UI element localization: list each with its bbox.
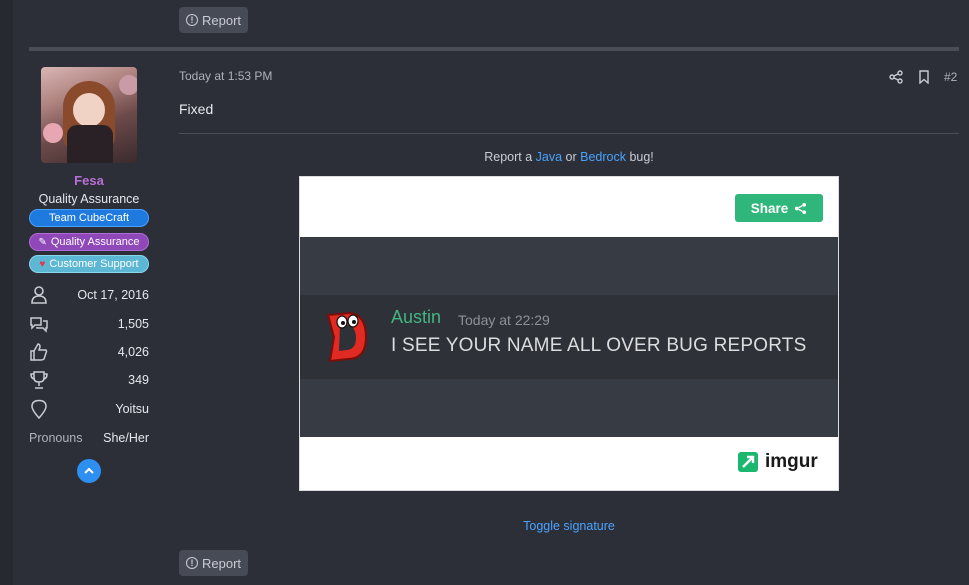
imgur-wordmark: imgur [765,451,818,472]
bedrock-link[interactable]: Bedrock [580,150,626,164]
embed-share-button[interactable]: Share [735,194,823,222]
post-number[interactable]: #2 [944,70,957,84]
pronouns-value: She/Her [103,431,149,445]
pencil-icon: ✎ [38,236,47,248]
left-edge [0,0,13,585]
location-icon [31,399,47,419]
message-timestamp: Today at 22:29 [458,312,550,328]
signature-separator [179,133,959,134]
signature-text: Report a Java or Bedrock bug! [179,150,959,164]
banner-team-cubecraft: Team CubeCraft [29,209,149,227]
scroll-up-button[interactable] [77,459,101,483]
user-title: Quality Assurance [38,192,140,206]
avatar[interactable] [41,67,137,163]
post-body: Fixed [179,101,214,117]
heart-icon: ♥ [39,258,46,270]
message-author: Austin [391,307,442,327]
imgur-icon [738,452,758,472]
report-button-bottom[interactable]: ! Report [179,550,249,576]
report-label: Report [202,555,242,571]
banner-label: Team CubeCraft [48,212,130,224]
post-timestamp[interactable]: Today at 1:53 PM [179,69,272,83]
banner-customer-support: ♥ Customer Support [29,255,149,273]
banner-label: Quality Assurance [50,236,140,248]
banner-quality-assurance: ✎ Quality Assurance [29,233,149,251]
report-button-top[interactable]: ! Report [179,7,249,33]
avatar-face [73,93,105,127]
share-icon [795,202,807,214]
stat-value: 1,505 [117,317,149,331]
discord-d-avatar-icon [326,311,368,363]
thumbs-up-icon [30,343,48,361]
stat-trophies: 349 [29,369,149,391]
trophy-icon [30,371,48,389]
alert-icon: ! [186,14,198,26]
signature-suffix: bug! [625,150,654,164]
signature-prefix: Report a [484,150,536,164]
avatar-flower [43,123,63,143]
bookmark-icon[interactable] [917,70,931,84]
alert-icon: ! [186,557,198,569]
chevron-up-icon [84,467,94,474]
messages-icon [30,317,48,333]
imgur-logo[interactable]: imgur [738,451,818,473]
user-icon [31,286,47,304]
stat-reactions: 4,026 [29,341,149,363]
stat-value[interactable]: Yoitsu [115,402,149,416]
share-label: Share [750,200,789,216]
discord-message: Austin Today at 22:29 I SEE YOUR NAME AL… [300,295,838,379]
stat-joined: Oct 17, 2016 [29,284,149,306]
report-label: Report [202,12,242,28]
stat-value: Oct 17, 2016 [77,288,149,302]
avatar-dress [67,125,113,163]
imgur-embed[interactable]: Share Austin Today at 22:29 I SEE YOUR N… [299,176,839,491]
username[interactable]: Fesa [29,173,149,188]
post-divider [29,47,959,51]
stat-value: 4,026 [117,345,149,359]
java-link[interactable]: Java [536,150,562,164]
pronouns-label: Pronouns [29,431,83,445]
banner-label: Customer Support [49,258,139,270]
share-icon[interactable] [889,70,903,84]
message-text: I SEE YOUR NAME ALL OVER BUG REPORTS [391,335,807,356]
signature-middle: or [562,150,581,164]
stat-value: 349 [128,373,149,387]
stat-pronouns: Pronouns She/Her [29,427,149,449]
embedded-image: Austin Today at 22:29 I SEE YOUR NAME AL… [300,237,838,437]
toggle-signature-link[interactable]: Toggle signature [179,519,959,533]
stat-messages: 1,505 [29,313,149,335]
stat-location: Yoitsu [29,398,149,420]
avatar-flower [119,75,137,95]
